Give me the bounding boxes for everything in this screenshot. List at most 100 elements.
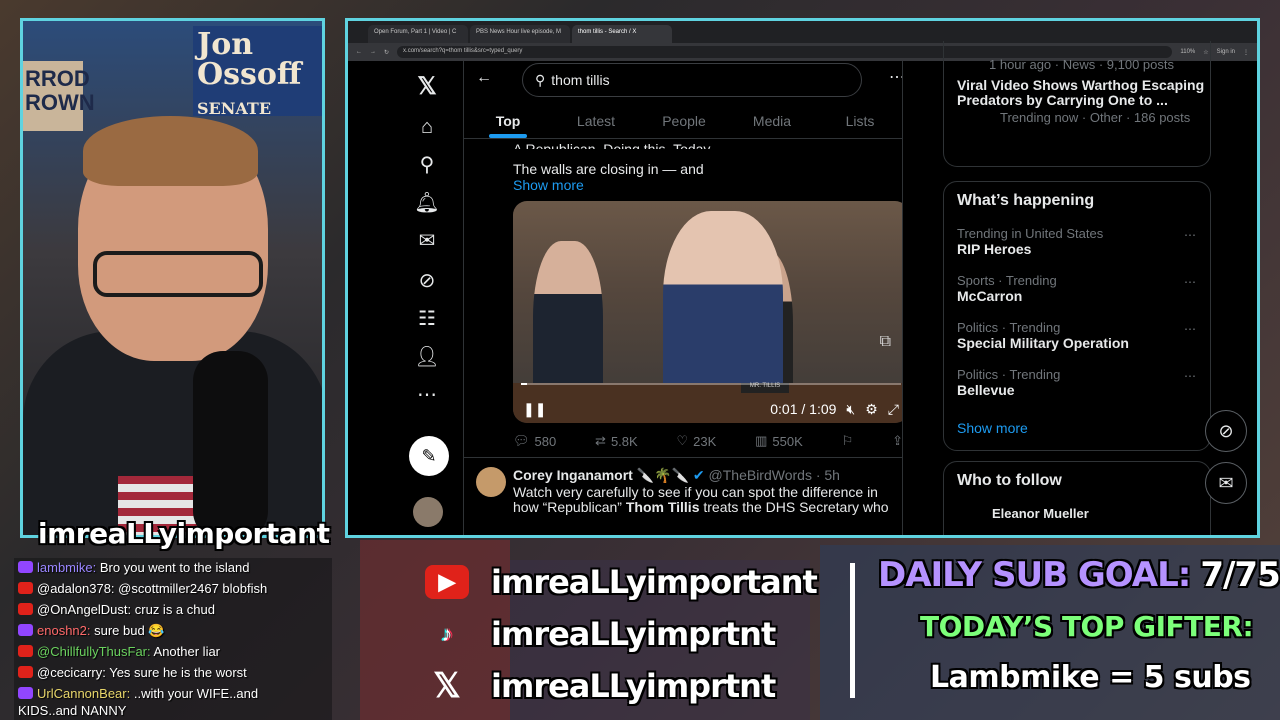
trend-item[interactable]: Politics · Trending Bellevue — [957, 367, 1060, 398]
tab-people[interactable]: People — [640, 101, 728, 138]
menu-icon[interactable]: ⋮ — [1243, 49, 1249, 56]
views-icon: ▥ — [755, 433, 768, 448]
more-options-icon[interactable]: ⋯ — [889, 67, 902, 87]
show-more-link[interactable]: Show more — [957, 420, 1028, 436]
video-progress-bar[interactable] — [521, 383, 901, 385]
show-more-link[interactable]: Show more — [513, 177, 883, 193]
x-logo-icon[interactable]: 𝕏 — [413, 73, 441, 101]
grok-icon[interactable]: ⊘ — [1205, 410, 1247, 452]
tiktok-icon: ♪ — [441, 621, 453, 646]
video-player[interactable]: MR. TILLIS ⧉ ❚❚ 0:01 / 1:09 🔇︎ ⚙ ⤢ — [513, 201, 902, 423]
chat-message: UrlCannonBear: ..with your WIFE..and — [18, 686, 330, 701]
chat-message: enoshn2: sure bud 😂 — [18, 623, 330, 639]
like-button[interactable]: ♡ 23K — [677, 433, 717, 449]
who-to-follow-box: Who to follow Eleanor Mueller — [943, 461, 1211, 535]
tab-lists[interactable]: Lists — [816, 101, 902, 138]
author-name[interactable]: Corey Inganamort — [513, 467, 633, 483]
avatar[interactable] — [413, 497, 443, 527]
top-gifter: Lambmike = 5 subs — [930, 660, 1251, 695]
chat-message: @cecicarry: Yes sure he is the worst — [18, 665, 330, 680]
social-x: 𝕏 imreaLLyimprtnt — [425, 664, 825, 708]
streamer-hair — [83, 116, 258, 186]
settings-icon[interactable]: ⚙ — [865, 401, 878, 418]
forward-arrow-icon[interactable]: → — [370, 49, 376, 55]
signin-button[interactable]: Sign in — [1217, 49, 1235, 55]
share-icon[interactable]: ⇪ — [892, 433, 902, 449]
news-title[interactable]: Viral Video Shows Warthog Escaping Preda… — [957, 78, 1207, 108]
browser-window: Open Forum, Part 1 | Video | C PBS News … — [345, 18, 1260, 538]
heart-icon: ♡ — [676, 433, 689, 448]
mute-icon[interactable]: 🔇︎ — [846, 401, 855, 418]
search-icon: ⚲ — [535, 72, 546, 88]
repost-button[interactable]: ⇄ 5.8K — [595, 433, 638, 449]
reply-button[interactable]: 💬︎ 580 — [513, 433, 556, 449]
trend-item[interactable]: Sports · Trending McCarron — [957, 273, 1057, 304]
chat-message: @OnAngelDust: cruz is a chud — [18, 602, 330, 617]
social-tiktok: ♪ imreaLLyimprtnt — [425, 612, 825, 656]
mail-icon[interactable]: ✉ — [1205, 462, 1247, 504]
bell-icon[interactable]: 🔔︎ — [413, 189, 441, 217]
youtube-icon — [18, 645, 33, 657]
browser-tab[interactable]: Open Forum, Part 1 | Video | C — [368, 25, 468, 43]
divider — [464, 457, 902, 458]
trend-item[interactable]: Trending in United States RIP Heroes — [957, 226, 1103, 257]
video-controls: ❚❚ 0:01 / 1:09 🔇︎ ⚙ ⤢ — [513, 395, 902, 423]
avatar[interactable] — [476, 467, 506, 497]
more-icon[interactable]: ⋯ — [1184, 275, 1196, 289]
reload-icon[interactable]: ↻ — [384, 49, 389, 56]
streamer-name: imreaLLyimportant — [38, 517, 330, 550]
browser-tab-active[interactable]: thom tillis - Search / X — [572, 25, 672, 43]
search-icon[interactable]: ⚲ — [413, 151, 441, 179]
tweet-text: A Republican. Doing this. Today. The wal… — [513, 141, 883, 193]
profile-icon[interactable]: 👤︎ — [413, 343, 441, 371]
twitch-icon — [18, 561, 33, 573]
tweet-header: Corey Inganamort 🔪🌴🔪 ✔ @TheBirdWords · 5… — [513, 467, 840, 484]
tweet-text: Watch very carefully to see if you can s… — [513, 484, 889, 515]
section-heading: What’s happening — [957, 192, 1095, 209]
verified-badge-icon: ✔ — [692, 467, 705, 483]
author-emoji: 🔪🌴🔪 — [636, 467, 689, 483]
search-results-column: ← ⚲thom tillis ⋯ Top Latest People Media… — [463, 61, 903, 535]
more-circle-icon[interactable]: ⋯ — [413, 381, 441, 409]
pause-icon[interactable]: ❚❚ — [523, 401, 546, 418]
more-icon[interactable]: ⋯ — [1184, 322, 1196, 336]
views-button[interactable]: ▥ 550K — [755, 433, 803, 449]
browser-tab[interactable]: PBS News Hour live episode, M — [470, 25, 570, 43]
pip-icon[interactable]: ⧉ — [880, 333, 891, 351]
youtube-icon — [18, 666, 33, 678]
news-box: 1 hour ago · News · 9,100 posts Viral Vi… — [943, 41, 1211, 167]
social-youtube: ▶ imreaLLyimportant — [425, 560, 825, 604]
more-icon[interactable]: ⋯ — [1184, 228, 1196, 242]
mail-icon[interactable]: ✉ — [413, 227, 441, 255]
home-icon[interactable]: ⌂ — [413, 113, 441, 141]
youtube-icon: ▶ — [425, 565, 469, 599]
search-input[interactable]: ⚲ thom tillis — [522, 63, 862, 97]
tab-top[interactable]: Top — [464, 101, 552, 138]
twitch-icon — [18, 624, 33, 636]
bookmark-icon[interactable]: ⚐ — [842, 433, 854, 449]
follow-suggestion-name[interactable]: Eleanor Mueller — [992, 506, 1089, 521]
twitch-icon — [18, 687, 33, 699]
repost-icon: ⇄ — [595, 433, 606, 448]
back-arrow-icon[interactable]: ← — [356, 49, 362, 55]
divider — [850, 563, 855, 698]
tweet-text-partial: A Republican. Doing this. Today. — [513, 141, 714, 149]
news-meta: Trending now · Other · 186 posts — [1000, 110, 1191, 125]
compose-icon[interactable]: ✎ — [409, 436, 449, 476]
more-icon[interactable]: ⋯ — [1184, 369, 1196, 383]
grok-icon[interactable]: ⊘ — [413, 267, 441, 295]
webcam-frame: Jon Ossoff SENATE RROD ROWN — [20, 18, 325, 538]
back-arrow-icon[interactable]: ← — [476, 69, 492, 87]
x-logo-icon: 𝕏 — [433, 667, 461, 705]
tab-latest[interactable]: Latest — [552, 101, 640, 138]
trend-item[interactable]: Politics · Trending Special Military Oper… — [957, 320, 1129, 351]
fullscreen-icon[interactable]: ⤢ — [888, 401, 899, 418]
search-tabs: Top Latest People Media Lists — [464, 101, 902, 139]
glasses — [93, 251, 263, 297]
list-icon[interactable]: ☷ — [413, 305, 441, 333]
sub-goal: DAILY SUB GOAL: 7/75 — [878, 555, 1280, 595]
campaign-sign: Jon Ossoff SENATE — [193, 26, 322, 118]
tab-media[interactable]: Media — [728, 101, 816, 138]
reply-icon: 💬︎ — [513, 433, 530, 448]
news-meta: 1 hour ago · News · 9,100 posts — [989, 57, 1174, 72]
